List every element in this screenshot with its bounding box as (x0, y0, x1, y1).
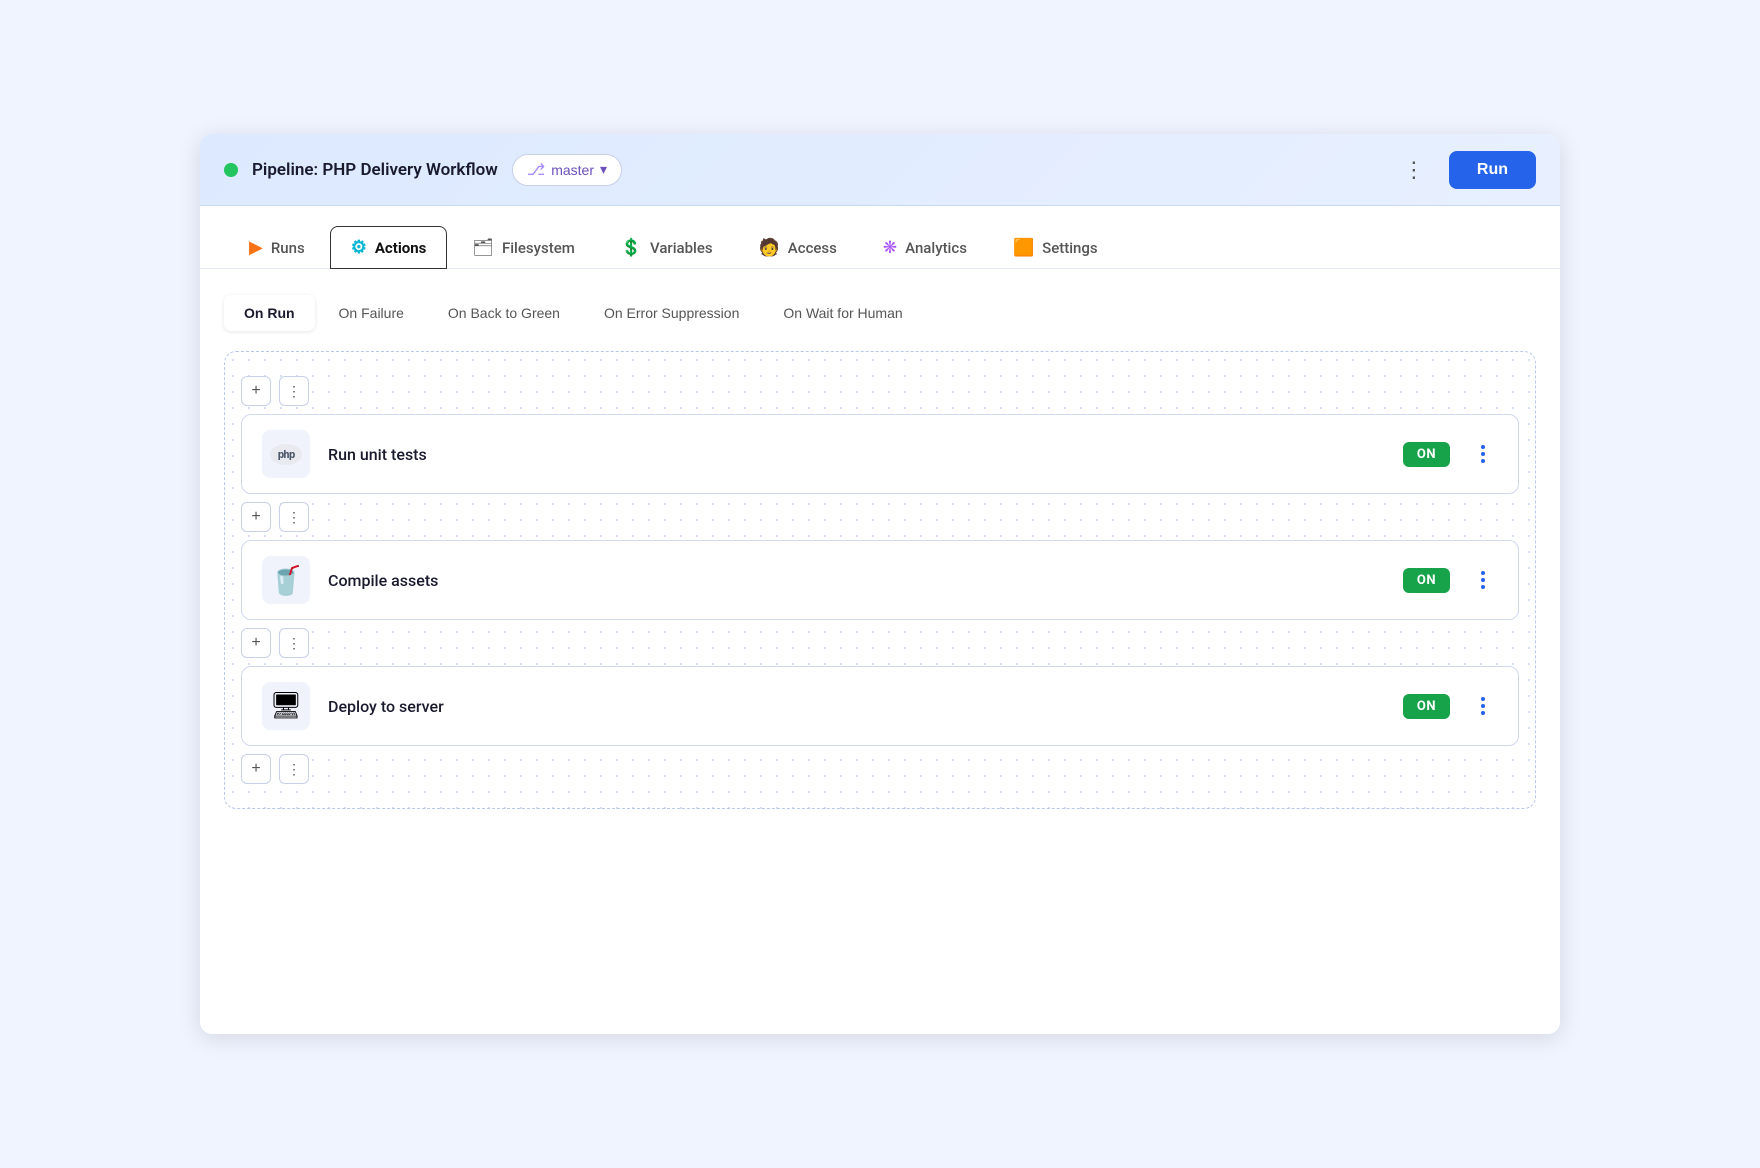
plus-icon-2: + (251, 508, 260, 526)
deploy-emoji: 🖥 (269, 691, 302, 721)
tab-settings[interactable]: 🟧 Settings (992, 227, 1119, 269)
tab-analytics[interactable]: ❋ Analytics (862, 227, 988, 269)
action-status-run-unit-tests: ON (1403, 442, 1450, 467)
action-insert-row-2: + ⋮ (241, 494, 1519, 540)
branch-icon: ⎇ (527, 160, 545, 180)
action-icon-drink: 🥤 (262, 556, 310, 604)
more-dots-icon: ⋮ (1403, 157, 1425, 183)
header: Pipeline: PHP Delivery Workflow ⎇ master… (200, 134, 1560, 206)
action-insert-row-4: + ⋮ (241, 746, 1519, 792)
insert-more-button-2[interactable]: ⋮ (279, 502, 309, 532)
tab-filesystem[interactable]: 🗂 Filesystem (451, 227, 595, 269)
pipeline-title: Pipeline: PHP Delivery Workflow (252, 160, 498, 180)
three-dots-icon-2 (1481, 571, 1485, 589)
actions-icon: ⚙ (351, 237, 367, 258)
tab-analytics-label: Analytics (905, 239, 967, 257)
add-action-button-3[interactable]: + (241, 628, 271, 658)
action-card-deploy-to-server: 🖥 Deploy to server ON (241, 666, 1519, 746)
branch-selector[interactable]: ⎇ master ▾ (512, 154, 622, 186)
action-name-run-unit-tests: Run unit tests (328, 445, 1385, 464)
three-dots-icon (1481, 445, 1485, 463)
tab-access[interactable]: 🧑 Access (738, 227, 858, 269)
add-action-button-4[interactable]: + (241, 754, 271, 784)
variables-icon: 💲 (621, 238, 642, 258)
action-insert-row-1: + ⋮ (241, 368, 1519, 414)
tab-runs-label: Runs (271, 239, 305, 257)
sub-tab-on-run[interactable]: On Run (224, 295, 315, 331)
drink-emoji: 🥤 (269, 564, 304, 597)
dots-icon-4: ⋮ (287, 761, 301, 778)
action-card-run-unit-tests: php Run unit tests ON (241, 414, 1519, 494)
php-logo: php (270, 444, 303, 465)
settings-icon: 🟧 (1013, 238, 1034, 258)
add-action-button-2[interactable]: + (241, 502, 271, 532)
sub-tab-on-back-to-green[interactable]: On Back to Green (428, 295, 580, 331)
sub-tabs-bar: On Run On Failure On Back to Green On Er… (224, 285, 1536, 331)
action-menu-run-unit-tests[interactable] (1468, 439, 1498, 469)
sub-tab-on-error-suppression[interactable]: On Error Suppression (584, 295, 759, 331)
action-card-compile-assets: 🥤 Compile assets ON (241, 540, 1519, 620)
plus-icon-4: + (251, 760, 260, 778)
nav-bar: ▶ Runs ⚙ Actions 🗂 Filesystem 💲 Variable… (200, 206, 1560, 269)
action-status-compile-assets: ON (1403, 568, 1450, 593)
run-button[interactable]: Run (1449, 151, 1536, 189)
tab-filesystem-label: Filesystem (502, 239, 575, 257)
app-container: Pipeline: PHP Delivery Workflow ⎇ master… (200, 134, 1560, 1034)
action-menu-deploy-to-server[interactable] (1468, 691, 1498, 721)
runs-icon: ▶ (249, 237, 263, 258)
action-menu-compile-assets[interactable] (1468, 565, 1498, 595)
action-name-compile-assets: Compile assets (328, 571, 1385, 590)
dots-icon: ⋮ (287, 383, 301, 400)
insert-more-button-4[interactable]: ⋮ (279, 754, 309, 784)
header-left: Pipeline: PHP Delivery Workflow ⎇ master… (224, 154, 622, 186)
plus-icon-3: + (251, 634, 260, 652)
content-area: On Run On Failure On Back to Green On Er… (200, 269, 1560, 833)
chevron-down-icon: ▾ (600, 161, 607, 178)
access-icon: 🧑 (759, 238, 780, 258)
dots-icon-2: ⋮ (287, 509, 301, 526)
action-name-deploy-to-server: Deploy to server (328, 697, 1385, 716)
action-icon-php: php (262, 430, 310, 478)
tab-runs[interactable]: ▶ Runs (228, 226, 326, 269)
actions-list-area: + ⋮ php Run unit tests ON (224, 351, 1536, 809)
tab-access-label: Access (788, 239, 837, 257)
status-indicator (224, 163, 238, 177)
header-more-button[interactable]: ⋮ (1395, 153, 1433, 187)
branch-label: master (551, 162, 594, 178)
add-action-button-1[interactable]: + (241, 376, 271, 406)
tab-variables[interactable]: 💲 Variables (600, 227, 734, 269)
three-dots-icon-3 (1481, 697, 1485, 715)
action-insert-row-3: + ⋮ (241, 620, 1519, 666)
insert-more-button-3[interactable]: ⋮ (279, 628, 309, 658)
filesystem-icon: 🗂 (472, 238, 494, 258)
sub-tab-on-failure[interactable]: On Failure (319, 295, 424, 331)
action-icon-deploy: 🖥 (262, 682, 310, 730)
action-status-deploy-to-server: ON (1403, 694, 1450, 719)
insert-more-button-1[interactable]: ⋮ (279, 376, 309, 406)
header-right: ⋮ Run (1395, 151, 1536, 189)
sub-tab-on-wait-for-human[interactable]: On Wait for Human (763, 295, 922, 331)
tab-actions[interactable]: ⚙ Actions (330, 226, 448, 269)
tab-actions-label: Actions (375, 239, 427, 257)
tab-settings-label: Settings (1042, 239, 1098, 257)
plus-icon: + (251, 382, 260, 400)
dots-icon-3: ⋮ (287, 635, 301, 652)
tab-variables-label: Variables (650, 239, 713, 257)
analytics-icon: ❋ (883, 238, 897, 258)
